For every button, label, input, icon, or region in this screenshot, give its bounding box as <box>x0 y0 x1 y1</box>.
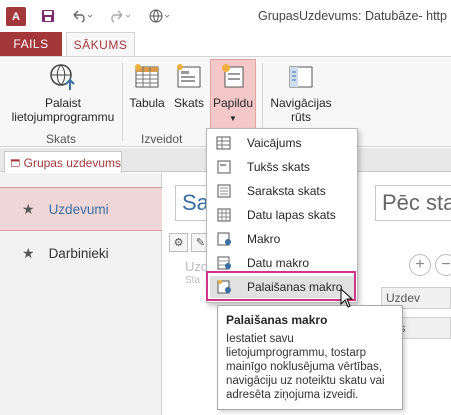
nav-pane-icon <box>285 61 317 93</box>
app-icon-letter: A <box>12 10 20 23</box>
gear-icon[interactable]: ⚙ <box>169 233 188 252</box>
ribbon-tabs: FAILS SĀKUMS <box>0 32 451 57</box>
list-view-icon <box>215 182 233 200</box>
launch-app-button[interactable]: Palaist lietojumprogrammu <box>8 61 118 124</box>
object-tab-label: Grupas uzdevums <box>23 155 121 170</box>
nav-item-label: Uzdevumi <box>48 201 109 217</box>
launch-app-label-1: Palaist <box>44 96 82 110</box>
menu-item-label: Tukšs skats <box>247 160 310 174</box>
table-label: Tabula <box>129 96 165 110</box>
launch-app-label-2: lietojumprogrammu <box>11 110 115 124</box>
menu-item-list-view[interactable]: Saraksta skats <box>210 180 355 202</box>
star-icon: ★ <box>22 244 35 261</box>
menu-item-datasheet-view[interactable]: Datu lapas skats <box>210 204 355 226</box>
search-text: Pēc sta <box>382 190 451 215</box>
view-button[interactable]: Skats <box>172 61 206 110</box>
nav-pane-label-1: Navigācijas <box>270 96 332 110</box>
menu-item-label: Datu lapas skats <box>247 208 336 222</box>
mouse-cursor-icon <box>340 288 354 308</box>
tab-home[interactable]: SĀKUMS <box>66 32 135 57</box>
nav-item-label: Darbinieki <box>48 245 109 261</box>
menu-item-label: Saraksta skats <box>247 184 326 198</box>
blank-view-icon <box>215 158 233 176</box>
query-icon <box>215 134 233 152</box>
launch-app-icon <box>47 61 79 93</box>
ribbon-separator <box>122 63 123 141</box>
save-icon[interactable] <box>38 7 58 25</box>
tooltip-body: Iestatiet savu lietojumprogrammu, tostar… <box>226 333 385 401</box>
undo-icon[interactable] <box>68 7 96 25</box>
star-icon: ★ <box>22 200 35 217</box>
menu-item-query[interactable]: Vaicājums <box>210 132 355 154</box>
window-title: GrupasUzdevums: Datubāze- http <box>258 9 447 23</box>
object-tab[interactable]: Grupas uzdevums <box>4 151 122 173</box>
advanced-label: Papildu <box>212 96 254 110</box>
redo-icon[interactable] <box>106 7 134 25</box>
menu-item-label: Datu makro <box>247 256 310 270</box>
menu-item-blank-view[interactable]: Tukšs skats <box>210 156 355 178</box>
highlight-frame <box>206 271 356 301</box>
nav-pane-label-2: rūts <box>290 110 311 124</box>
nav-pane-button[interactable]: Navigācijas rūts <box>266 61 336 124</box>
data-macro-icon <box>215 254 233 272</box>
advanced-button[interactable]: Papildu ▼ <box>211 61 255 126</box>
tab-file[interactable]: FAILS <box>0 32 62 56</box>
datasheet-view-icon <box>215 206 233 224</box>
search-box[interactable]: Pēc sta <box>375 185 451 221</box>
table-icon <box>131 61 163 93</box>
table-button[interactable]: Tabula <box>126 61 168 110</box>
left-navigation: ★ Uzdevumi ★ Darbinieki <box>0 173 162 415</box>
group-create-label: Izveidot <box>141 132 183 146</box>
menu-item-macro[interactable]: Makro <box>210 228 355 250</box>
access-app-icon[interactable]: A <box>6 7 26 26</box>
advanced-icon <box>217 61 249 93</box>
menu-item-label: Makro <box>247 232 281 246</box>
group-views-label: Skats <box>46 132 77 146</box>
add-icon[interactable]: + <box>409 254 431 276</box>
nav-item-darbinieki[interactable]: ★ Darbinieki <box>0 231 162 275</box>
view-icon <box>173 61 205 93</box>
form-icon <box>11 158 20 167</box>
menu-item-label: Vaicājums <box>247 136 302 150</box>
chevron-down-icon: ▼ <box>229 114 237 123</box>
tooltip: Palaišanas makro Iestatiet savu lietojum… <box>217 305 403 410</box>
title-bar: A GrupasUzdevums: Datubāze- http <box>0 0 451 32</box>
nav-item-uzdevumi[interactable]: ★ Uzdevumi <box>0 187 162 231</box>
globe-icon[interactable] <box>146 7 172 25</box>
view-label: Skats <box>173 96 204 110</box>
delete-icon[interactable]: − <box>435 254 451 276</box>
ghost-label-1: Uzd <box>185 259 209 274</box>
tooltip-title: Palaišanas makro <box>226 313 328 327</box>
macro-icon <box>215 230 233 248</box>
ghost-label-2: Sta <box>185 275 201 286</box>
